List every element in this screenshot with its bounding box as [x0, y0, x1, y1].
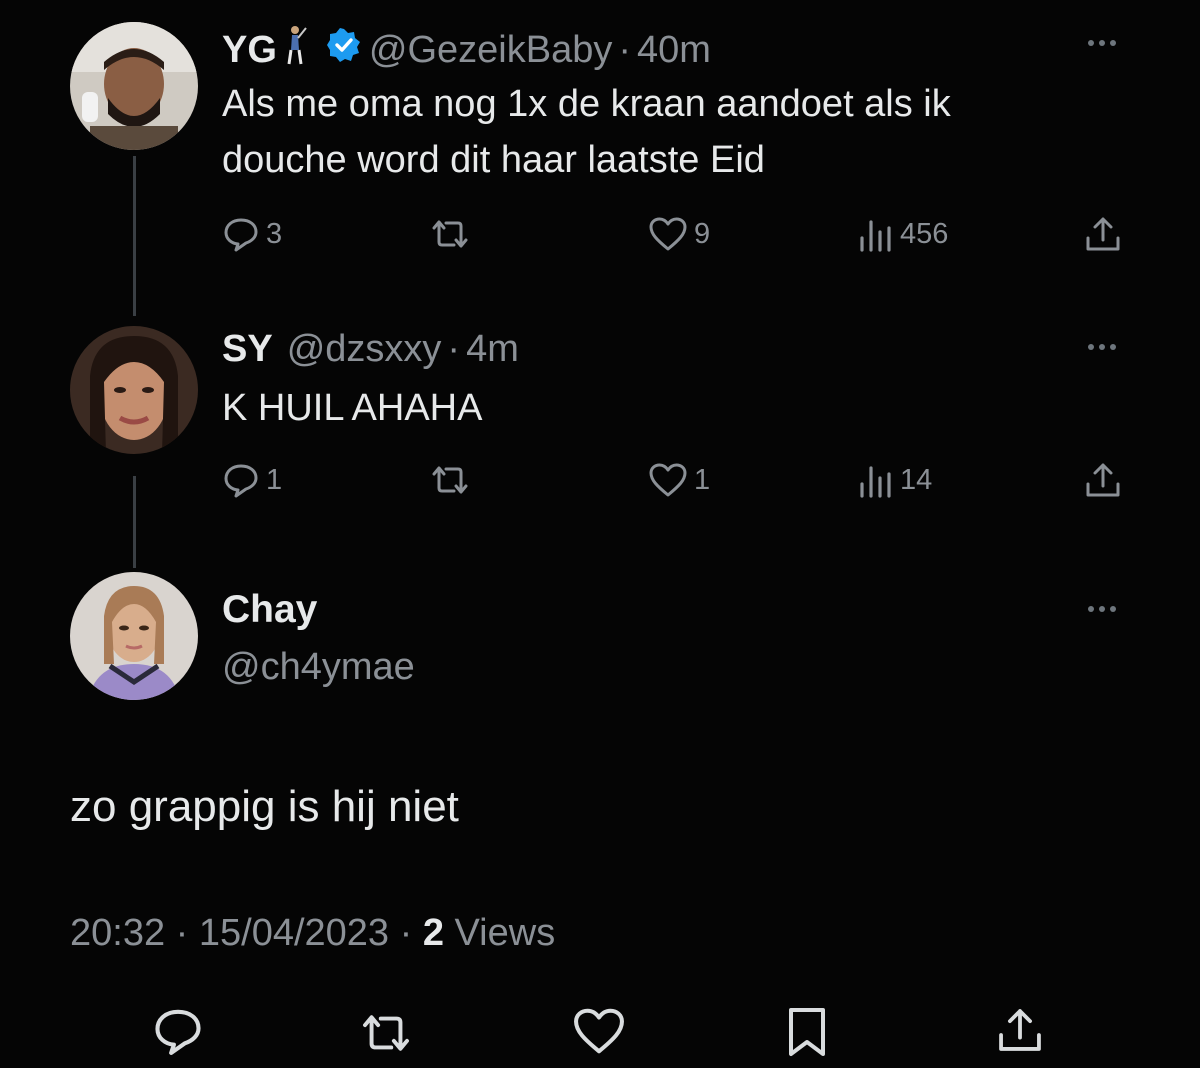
avatar-sy[interactable] — [70, 326, 198, 454]
views-icon — [860, 466, 891, 498]
main-timestamp[interactable]: 20:32 · 15/04/2023 · — [70, 912, 423, 954]
reply-icon — [224, 218, 258, 252]
main-share-button[interactable] — [996, 1004, 1044, 1061]
tweet-2-views-count: 14 — [900, 463, 933, 496]
reply-icon — [224, 464, 258, 498]
bookmark-icon — [789, 1008, 825, 1056]
retweet-icon — [363, 1015, 409, 1051]
tweet-2-views-button[interactable]: 14 — [858, 462, 932, 498]
tweet-1-time[interactable]: 40m — [637, 29, 711, 72]
like-icon — [649, 463, 687, 497]
tweet-2-like-count: 1 — [694, 463, 711, 496]
tweet-1-like-button[interactable]: 9 — [648, 216, 710, 252]
tweet-2-reply-count: 1 — [266, 463, 283, 496]
tweet-2-handle[interactable]: @dzsxxy — [287, 328, 442, 371]
tweet-1-reply-count: 3 — [266, 217, 283, 250]
thread-line-1 — [133, 156, 136, 316]
tweet-1-like-count: 9 — [694, 217, 711, 250]
like-icon — [649, 217, 687, 251]
tweet-2-time[interactable]: 4m — [466, 328, 519, 371]
avatar-chay[interactable] — [70, 572, 198, 700]
tweet-2-name[interactable]: SY — [222, 328, 273, 371]
main-views-label: Views — [443, 912, 556, 954]
tweet-2-share-button[interactable] — [1084, 460, 1122, 500]
main-handle[interactable]: @ch4ymae — [222, 646, 415, 689]
tweet-1-more-icon[interactable] — [1088, 40, 1128, 52]
tweet-2-text-line-1: K HUIL AHAHA — [222, 387, 483, 429]
share-icon — [1086, 463, 1120, 497]
retweet-icon — [432, 466, 468, 494]
retweet-icon — [432, 220, 468, 248]
main-views-count: 2 — [422, 912, 444, 954]
tweet-1-handle[interactable]: @GezeikBaby — [369, 29, 612, 72]
tweet-1-views-button[interactable]: 456 — [858, 216, 948, 252]
tweet-2-separator: · — [447, 328, 461, 370]
verified-badge-icon — [326, 28, 361, 72]
tweet-2-more-icon[interactable] — [1088, 344, 1128, 356]
golf-emoji-icon — [281, 24, 311, 76]
reply-icon — [155, 1009, 201, 1055]
main-retweet-button[interactable] — [356, 1012, 416, 1059]
main-bookmark-button[interactable] — [786, 1006, 828, 1063]
like-icon — [574, 1008, 624, 1054]
main-name[interactable]: Chay — [222, 588, 317, 632]
main-more-icon[interactable] — [1088, 606, 1128, 618]
avatar-yg[interactable] — [70, 22, 198, 150]
tweet-2-header: SY @dzsxxy · 4m — [222, 328, 519, 371]
tweet-2-like-button[interactable]: 1 — [648, 462, 710, 498]
tweet-1-reply-button[interactable]: 3 — [222, 216, 282, 252]
tweet-1-text-line-1: Als me oma nog 1x de kraan aandoet als i… — [222, 83, 951, 125]
views-icon — [860, 220, 891, 252]
main-text: zo grappig is hij niet — [70, 782, 459, 831]
share-icon — [999, 1009, 1041, 1051]
tweet-1-separator: · — [618, 28, 632, 71]
tweet-1-text-line-2: douche word dit haar laatste Eid — [222, 139, 765, 181]
main-meta: 20:32 · 15/04/2023 · 2 Views — [70, 912, 555, 955]
tweet-1-name[interactable]: YG — [222, 29, 277, 72]
tweet-1-views-count: 456 — [900, 217, 949, 250]
main-reply-button[interactable] — [152, 1006, 204, 1061]
tweet-1-text: Als me oma nog 1x de kraan aandoet als i… — [222, 76, 951, 188]
thread-line-2 — [133, 476, 136, 568]
tweet-1-share-button[interactable] — [1084, 214, 1122, 254]
tweet-2-reply-button[interactable]: 1 — [222, 462, 282, 498]
tweet-2-text: K HUIL AHAHA — [222, 380, 482, 436]
main-like-button[interactable] — [572, 1006, 626, 1061]
tweet-1-retweet-button[interactable] — [428, 218, 472, 250]
share-icon — [1086, 217, 1120, 251]
tweet-1-header: YG @GezeikBaby · 40m — [222, 24, 711, 76]
tweet-2-retweet-button[interactable] — [428, 464, 472, 496]
